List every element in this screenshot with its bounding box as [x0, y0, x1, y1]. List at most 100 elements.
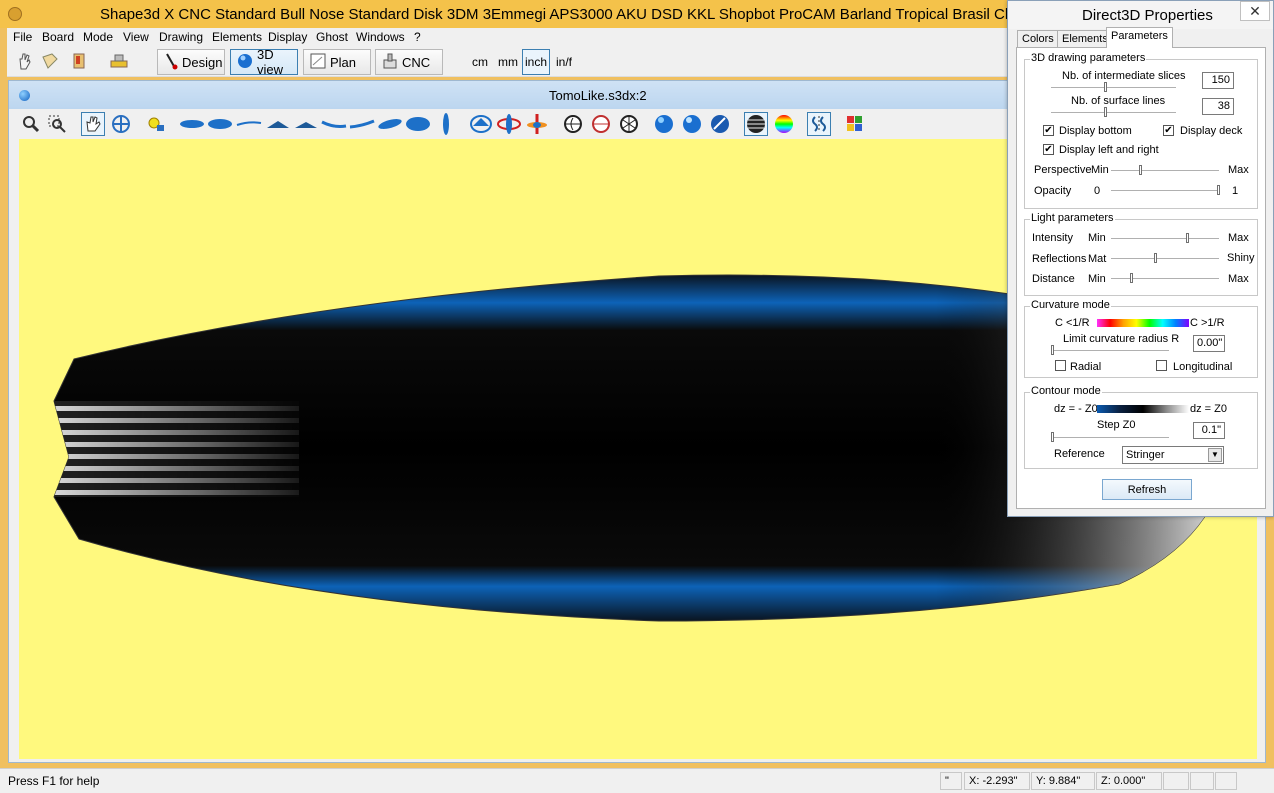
document-icon[interactable]: [19, 90, 30, 101]
surface-lines-label: Nb. of surface lines: [1071, 95, 1166, 107]
limit-radius-label: Limit curvature radius R: [1063, 333, 1180, 345]
board-section-icon[interactable]: [265, 112, 291, 136]
display-left-right-checkbox[interactable]: ✔: [1043, 144, 1054, 155]
surface-lines-slider-thumb[interactable]: [1104, 107, 1107, 117]
longitudinal-checkbox[interactable]: [1156, 360, 1167, 371]
menu-windows[interactable]: Windows: [356, 30, 405, 44]
reflections-slider-thumb[interactable]: [1154, 253, 1157, 263]
surface-lines-field[interactable]: 38: [1202, 98, 1234, 115]
unit-cm[interactable]: cm: [472, 55, 488, 69]
view-front-icon[interactable]: [469, 112, 493, 136]
step-z0-slider[interactable]: [1051, 437, 1169, 439]
curvature-group-title: Curvature mode: [1030, 299, 1111, 311]
limit-radius-field[interactable]: 0.00": [1193, 335, 1225, 352]
wireframe-sphere-icon[interactable]: [561, 112, 585, 136]
menu-board[interactable]: Board: [42, 30, 74, 44]
perspective-max-label: Max: [1228, 164, 1249, 176]
radial-checkbox[interactable]: [1055, 360, 1066, 371]
mesh-sphere-icon[interactable]: [617, 112, 641, 136]
board-rocker-icon[interactable]: [349, 112, 375, 136]
reflections-slider[interactable]: [1111, 258, 1219, 260]
rotate-horizontal-icon[interactable]: [497, 112, 521, 136]
hand-icon[interactable]: [14, 51, 34, 71]
board-tilt-icon[interactable]: [377, 112, 403, 136]
open-file-icon[interactable]: [40, 51, 60, 71]
machine-icon[interactable]: [109, 51, 129, 71]
unit-in-f[interactable]: in/f: [556, 55, 572, 69]
distance-slider-thumb[interactable]: [1130, 273, 1133, 283]
app-title: Shape3d X CNC Standard Bull Nose Standar…: [100, 6, 1102, 23]
tab-elements[interactable]: Elements: [1057, 30, 1113, 48]
zoom-window-icon[interactable]: [45, 112, 69, 136]
board-file-icon[interactable]: [69, 51, 89, 71]
surface-lines-slider[interactable]: [1051, 112, 1176, 114]
intensity-label: Intensity: [1032, 232, 1073, 244]
board-top-icon[interactable]: [179, 112, 205, 136]
menu-ghost[interactable]: Ghost: [316, 30, 348, 44]
menu-display[interactable]: Display: [268, 30, 307, 44]
rotate-icon[interactable]: [109, 112, 133, 136]
tab-parameters[interactable]: Parameters: [1106, 27, 1173, 48]
shaded-sphere-icon[interactable]: [652, 112, 676, 136]
board-rail-icon[interactable]: [321, 112, 347, 136]
board-section2-icon[interactable]: [293, 112, 319, 136]
menu-mode[interactable]: Mode: [83, 30, 113, 44]
colors-icon[interactable]: [843, 112, 867, 136]
red-sphere-icon[interactable]: [589, 112, 613, 136]
distance-max-label: Max: [1228, 273, 1249, 285]
intensity-slider[interactable]: [1111, 238, 1219, 240]
rotate-vertical-icon[interactable]: [525, 112, 549, 136]
display-bottom-checkbox[interactable]: ✔: [1043, 125, 1054, 136]
3d-view-button[interactable]: 3D view: [230, 47, 298, 77]
smooth-sphere-icon[interactable]: [680, 112, 704, 136]
pan-hand-icon[interactable]: [81, 112, 105, 136]
unit-mm[interactable]: mm: [498, 55, 518, 69]
light-icon[interactable]: [144, 112, 168, 136]
curvature-sphere-icon[interactable]: [772, 112, 796, 136]
close-icon[interactable]: ✕: [1240, 1, 1270, 21]
distance-min-label: Min: [1088, 273, 1106, 285]
slices-field[interactable]: 150: [1202, 72, 1234, 89]
opacity-slider-thumb[interactable]: [1217, 185, 1220, 195]
display-deck-checkbox[interactable]: ✔: [1163, 125, 1174, 136]
menu-drawing[interactable]: Drawing: [159, 30, 203, 44]
step-z0-slider-thumb[interactable]: [1051, 432, 1054, 442]
board-bottom-icon[interactable]: [207, 112, 233, 136]
parameters-tab-body: 3D drawing parameters Nb. of intermediat…: [1016, 47, 1266, 509]
reference-select[interactable]: Stringer ▼: [1122, 446, 1224, 464]
contour-high-label: dz = Z0: [1190, 403, 1227, 415]
menu-file[interactable]: File: [13, 30, 32, 44]
refresh-button[interactable]: Refresh: [1102, 479, 1192, 500]
unit-inch[interactable]: inch: [522, 49, 551, 75]
perspective-slider-thumb[interactable]: [1139, 165, 1142, 175]
step-z0-field[interactable]: 0.1": [1193, 422, 1225, 439]
app-icon[interactable]: [8, 7, 22, 21]
menu-help[interactable]: ?: [414, 30, 421, 44]
slices-slider[interactable]: [1051, 87, 1176, 89]
texture-sphere-icon[interactable]: [708, 112, 732, 136]
limit-radius-slider[interactable]: [1051, 350, 1169, 352]
chevron-down-icon[interactable]: ▼: [1208, 448, 1222, 462]
intensity-slider-thumb[interactable]: [1186, 233, 1189, 243]
perspective-slider[interactable]: [1111, 170, 1219, 172]
tab-colors[interactable]: Colors: [1017, 30, 1059, 48]
board-perspective-icon[interactable]: [405, 112, 431, 136]
contour-sphere-icon[interactable]: [744, 112, 768, 136]
cnc-button[interactable]: CNC: [375, 49, 443, 75]
zoom-icon[interactable]: [19, 112, 43, 136]
menu-elements[interactable]: Elements: [212, 30, 262, 44]
curvature-high-label: C >1/R: [1190, 317, 1225, 329]
menu-view[interactable]: View: [123, 30, 149, 44]
distance-slider[interactable]: [1111, 278, 1219, 280]
limit-radius-slider-thumb[interactable]: [1051, 345, 1054, 355]
main-toolbar: Design 3D view Plan CNC cm mm inch in/f: [7, 47, 1007, 77]
design-button[interactable]: Design: [157, 49, 225, 75]
step-z0-label: Step Z0: [1097, 419, 1136, 431]
slices-slider-thumb[interactable]: [1104, 82, 1107, 92]
board-vertical-icon[interactable]: [434, 112, 458, 136]
plan-button[interactable]: Plan: [303, 49, 371, 75]
board-profile-icon[interactable]: [236, 112, 262, 136]
slices-label: Nb. of intermediate slices: [1062, 70, 1186, 82]
opacity-slider[interactable]: [1111, 190, 1219, 192]
symmetry-icon[interactable]: [807, 112, 831, 136]
